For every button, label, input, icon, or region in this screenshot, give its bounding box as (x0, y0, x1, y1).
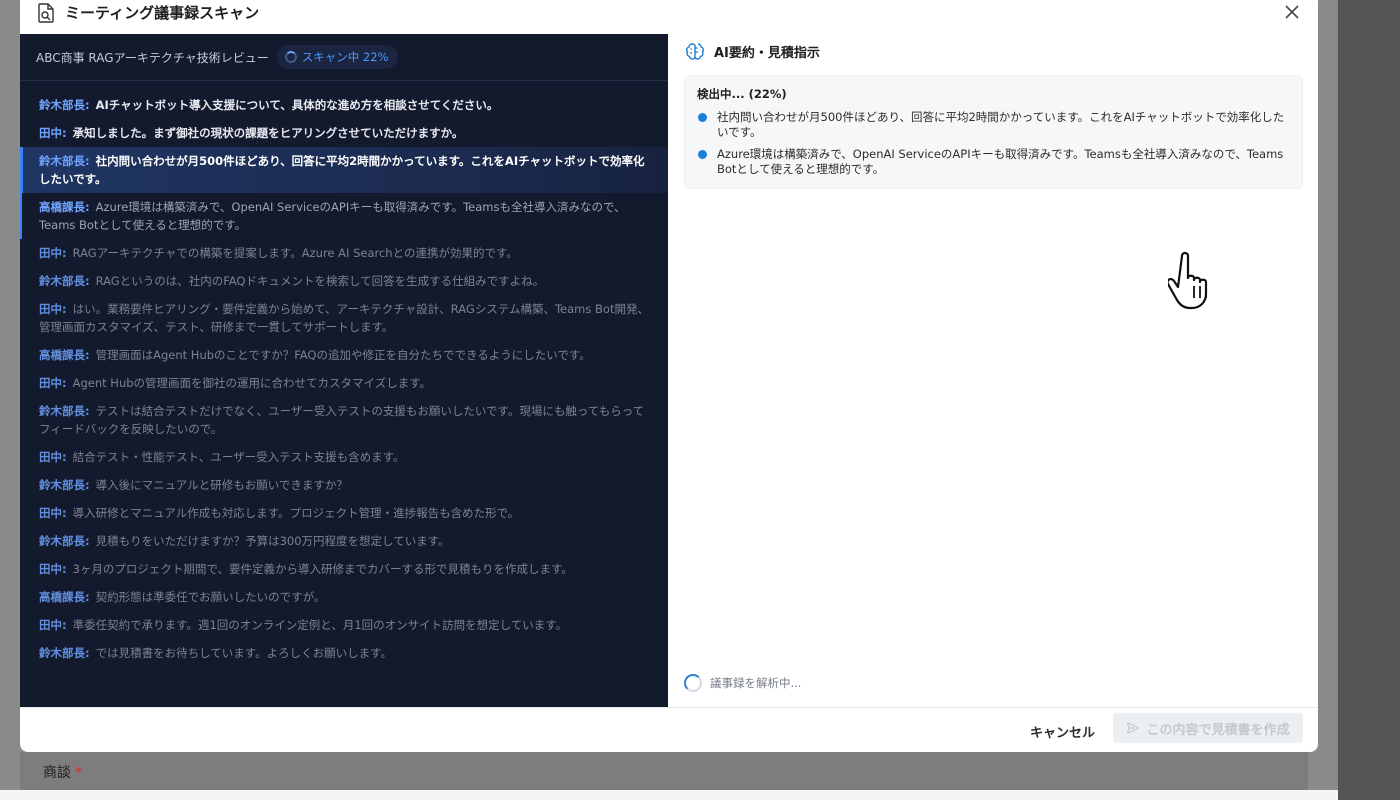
speaker-label: 田中: (39, 376, 67, 390)
speaker-label: 田中: (39, 302, 67, 316)
scan-status-text: スキャン中 22% (301, 50, 389, 64)
transcript-line-scanning: 高橋課長: Azure環境は構築済みで、OpenAI ServiceのAPIキーも… (20, 193, 668, 239)
speaker-label: 高橋課長: (39, 590, 90, 604)
transcript-line: 高橋課長: 管理画面はAgent Hubのことですか？FAQの追加や修正を自分たち… (20, 341, 668, 369)
line-text: はい。業務要件ヒアリング・要件定義から始めて、アーキテクチャ設計、RAGシステム… (39, 302, 649, 334)
line-text: 見積もりをいただけますか？予算は300万円程度を想定しています。 (95, 534, 450, 548)
spinner-icon (284, 51, 297, 63)
transcript-line: 田中: はい。業務要件ヒアリング・要件定義から始めて、アーキテクチャ設計、RAGシ… (20, 295, 668, 341)
hand-pointer-cursor-icon (1168, 251, 1208, 310)
line-text: 準委任契約で承ります。週1回のオンライン定例と、月1回のオンサイト訪問を想定して… (72, 618, 568, 632)
transcript-line: 鈴木部長: では見積書をお待ちしています。よろしくお願いします。 (20, 639, 668, 667)
scan-modal: ミーティング議事録スキャン ABC商事 RAGアーキテクチャ技術レビュー スキャ… (20, 0, 1318, 752)
speaker-label: 田中: (39, 126, 67, 140)
speaker-label: 高橋課長: (39, 348, 90, 362)
speaker-label: 田中: (39, 246, 67, 260)
line-text: 承知しました。まず御社の現状の課題をヒアリングさせていただけますか。 (72, 126, 464, 140)
parsing-text: 議事録を解析中... (710, 676, 802, 690)
detection-box: 検出中... (22%) 社内問い合わせが月500件ほどあり、回答に平均2時間か… (684, 75, 1303, 189)
modal-title: ミーティング議事録スキャン (65, 4, 260, 22)
document-scan-icon (38, 3, 54, 23)
transcript-line: 高橋課長: 契約形態は準委任でお願いしたいのですが。 (20, 583, 668, 611)
speaker-label: 鈴木部長: (39, 646, 90, 660)
line-text: RAGアーキテクチャでの構築を提案します。Azure AI Searchとの連携… (72, 246, 518, 260)
line-text: 導入後にマニュアルと研修もお願いできますか？ (95, 478, 348, 492)
line-text: では見積書をお待ちしています。よろしくお願いします。 (95, 646, 392, 660)
speaker-label: 田中: (39, 618, 67, 632)
background-bottom (0, 790, 1338, 800)
close-icon[interactable] (1282, 2, 1302, 22)
summary-panel: AI要約・見積指示 検出中... (22%) 社内問い合わせが月500件ほどあり… (668, 34, 1318, 707)
send-icon (1127, 722, 1140, 734)
transcript-line: 田中: 承知しました。まず御社の現状の課題をヒアリングさせていただけますか。 (20, 119, 668, 147)
create-estimate-label: この内容で見積書を作成 (1146, 722, 1290, 738)
transcript-line: 田中: Agent Hubの管理画面を御社の運用に合わせてカスタマイズします。 (20, 369, 668, 397)
line-text: テストは結合テストだけでなく、ユーザー受入テストの支援もお願いしたいです。現場に… (39, 404, 645, 436)
speaker-label: 鈴木部長: (39, 98, 90, 112)
modal-footer: キャンセル この内容で見積書を作成 (20, 707, 1318, 752)
parsing-status: 議事録を解析中... (684, 674, 801, 692)
detect-status: 検出中... (22%) (697, 87, 787, 101)
transcript-line: 鈴木部長: RAGというのは、社内のFAQドキュメントを検索して回答を生成する仕組… (20, 267, 668, 295)
meeting-title: ABC商事 RAGアーキテクチャ技術レビュー (36, 50, 269, 65)
line-text: RAGというのは、社内のFAQドキュメントを検索して回答を生成する仕組みですよね… (95, 274, 545, 288)
speaker-label: 田中: (39, 450, 67, 464)
transcript-line: 鈴木部長: AIチャットボット導入支援について、具体的な進め方を相談させてください… (20, 91, 668, 119)
speaker-label: 鈴木部長: (39, 478, 90, 492)
create-estimate-button[interactable]: この内容で見積書を作成 (1113, 713, 1303, 743)
line-text: 導入研修とマニュアル作成も対応します。プロジェクト管理・進捗報告も含めた形で。 (72, 506, 520, 520)
detected-item-text: Azure環境は構築済みで、OpenAI ServiceのAPIキーも取得済みで… (717, 147, 1284, 176)
transcript-line-active: 鈴木部長: 社内問い合わせが月500件ほどあり、回答に平均2時間かかっています。こ… (20, 147, 668, 193)
line-text: 管理画面はAgent Hubのことですか？FAQの追加や修正を自分たちでできるよ… (95, 348, 591, 362)
brain-ai-icon (685, 43, 705, 60)
loading-spinner-icon (684, 674, 702, 692)
background-form (20, 752, 1308, 792)
modal-header: ミーティング議事録スキャン (20, 0, 1318, 34)
cancel-button[interactable]: キャンセル (1020, 716, 1105, 747)
line-text: 3ヶ月のプロジェクト期間で、要件定義から導入研修までカバーする形で見積もりを作成… (72, 562, 573, 576)
speaker-label: 田中: (39, 562, 67, 576)
speaker-label: 鈴木部長: (39, 534, 90, 548)
transcript-line: 田中: 導入研修とマニュアル作成も対応します。プロジェクト管理・進捗報告も含めた形… (20, 499, 668, 527)
transcript-panel: ABC商事 RAGアーキテクチャ技術レビュー スキャン中 22% 鈴木部長: AI… (20, 34, 668, 707)
speaker-label: 鈴木部長: (39, 404, 90, 418)
required-mark: * (75, 765, 82, 781)
line-text: Agent Hubの管理画面を御社の運用に合わせてカスタマイズします。 (72, 376, 432, 390)
summary-title: AI要約・見積指示 (714, 45, 820, 61)
background-strip (1338, 0, 1400, 800)
transcript-line: 田中: RAGアーキテクチャでの構築を提案します。Azure AI Searchと… (20, 239, 668, 267)
line-text: 契約形態は準委任でお願いしたいのですが。 (95, 590, 326, 604)
transcript-list: 鈴木部長: AIチャットボット導入支援について、具体的な進め方を相談させてください… (20, 81, 668, 667)
bullet-dot-icon (698, 150, 707, 159)
line-text: Azure環境は構築済みで、OpenAI ServiceのAPIキーも取得済みで… (39, 200, 626, 232)
line-text: 結合テスト・性能テスト、ユーザー受入テスト支援も含めます。 (72, 450, 405, 464)
transcript-line: 鈴木部長: 導入後にマニュアルと研修もお願いできますか？ (20, 471, 668, 499)
speaker-label: 高橋課長: (39, 200, 90, 214)
speaker-label: 鈴木部長: (39, 274, 90, 288)
detected-item: Azure環境は構築済みで、OpenAI ServiceのAPIキーも取得済みで… (697, 147, 1290, 177)
transcript-line: 田中: 3ヶ月のプロジェクト期間で、要件定義から導入研修までカバーする形で見積もり… (20, 555, 668, 583)
speaker-label: 田中: (39, 506, 67, 520)
line-text: 社内問い合わせが月500件ほどあり、回答に平均2時間かかっています。これをAIチ… (39, 154, 645, 186)
detected-item-text: 社内問い合わせが月500件ほどあり、回答に平均2時間かかっています。これをAIチ… (717, 110, 1285, 139)
transcript-line: 田中: 準委任契約で承ります。週1回のオンライン定例と、月1回のオンサイト訪問を想… (20, 611, 668, 639)
background-field-label: 商談 * (43, 765, 82, 781)
transcript-line: 鈴木部長: テストは結合テストだけでなく、ユーザー受入テストの支援もお願いしたいで… (20, 397, 668, 443)
transcript-header: ABC商事 RAGアーキテクチャ技術レビュー スキャン中 22% (20, 34, 668, 81)
speaker-label: 鈴木部長: (39, 154, 90, 168)
scan-status-badge: スキャン中 22% (276, 45, 399, 69)
line-text: AIチャットボット導入支援について、具体的な進め方を相談させてください。 (95, 98, 499, 112)
summary-header: AI要約・見積指示 (668, 34, 1318, 68)
detected-item: 社内問い合わせが月500件ほどあり、回答に平均2時間かかっています。これをAIチ… (697, 110, 1290, 140)
transcript-line: 鈴木部長: 見積もりをいただけますか？予算は300万円程度を想定しています。 (20, 527, 668, 555)
transcript-line: 田中: 結合テスト・性能テスト、ユーザー受入テスト支援も含めます。 (20, 443, 668, 471)
bullet-dot-icon (698, 113, 707, 122)
